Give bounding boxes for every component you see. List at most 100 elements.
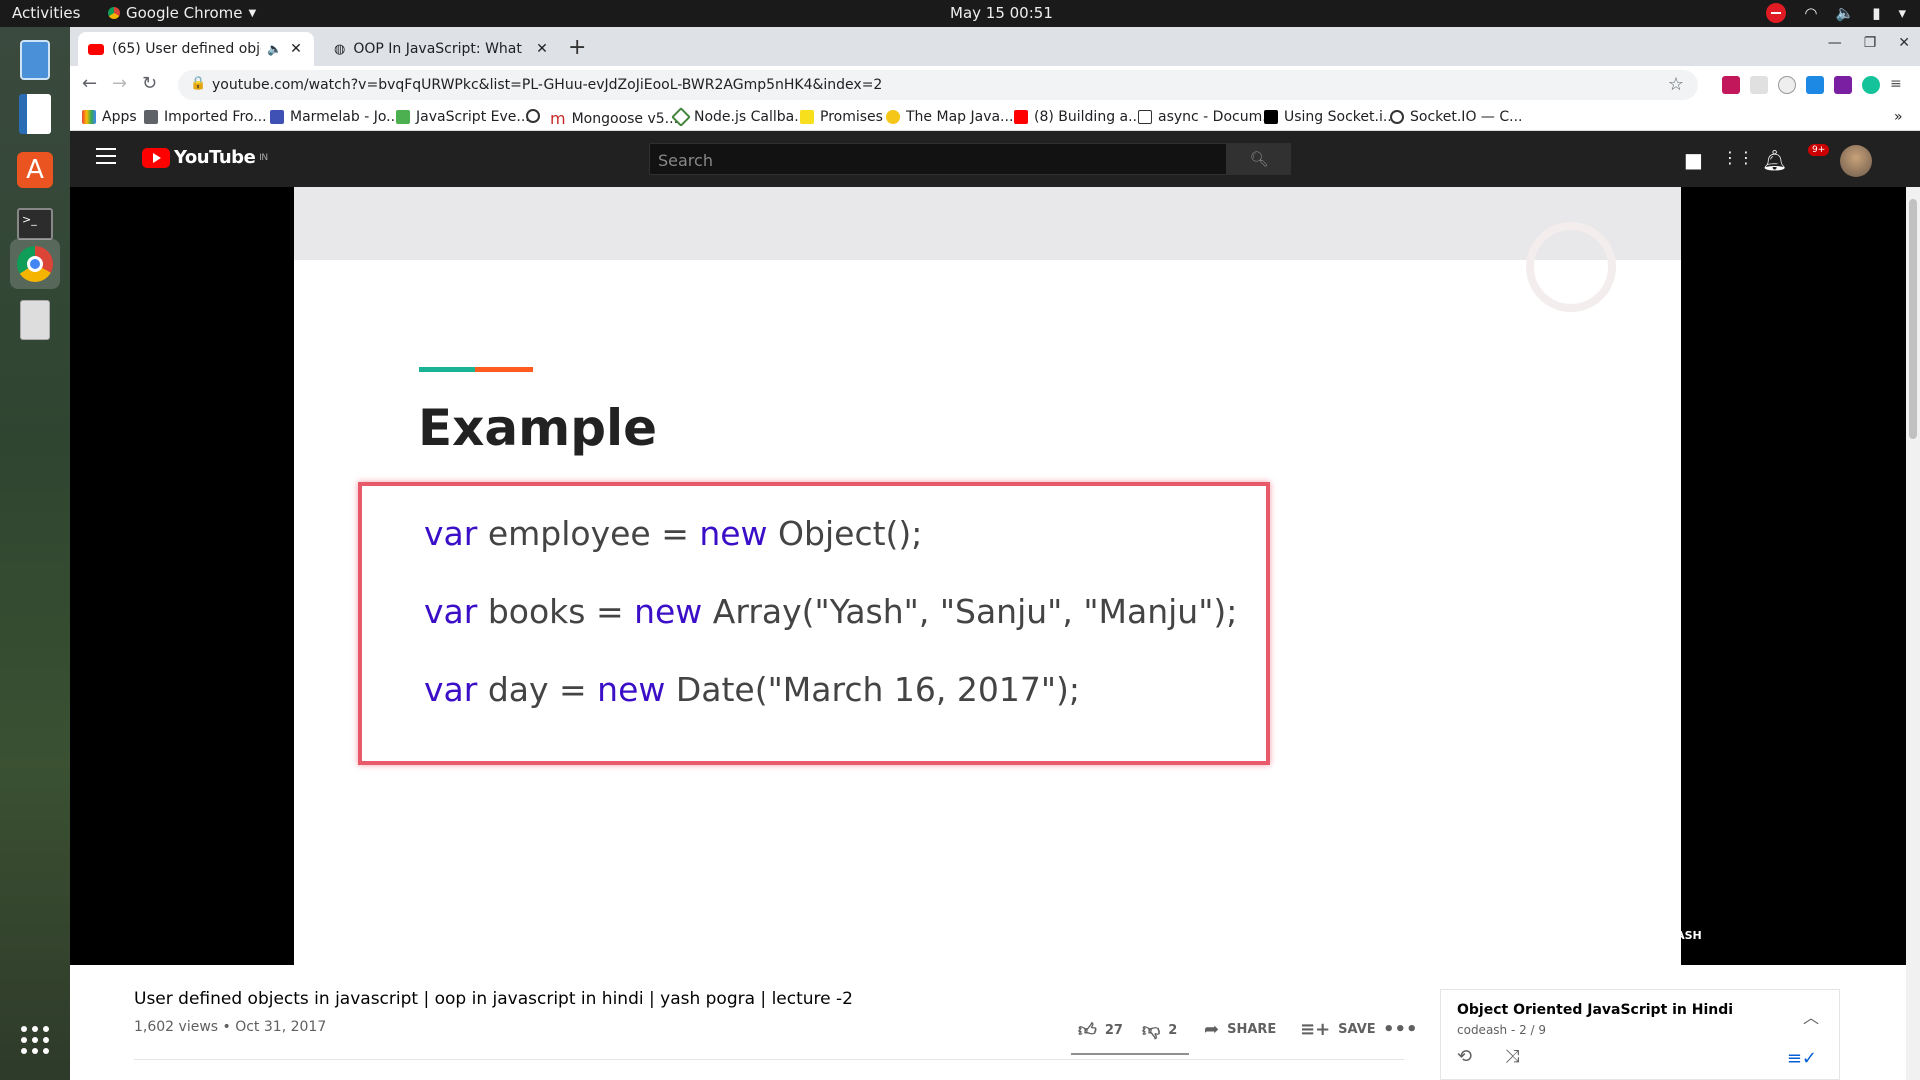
create-video-icon[interactable]: ■ — [1684, 148, 1703, 172]
bookmark-using-socket[interactable]: Using Socket.i... — [1264, 109, 1396, 125]
wifi-icon: ◠ — [1804, 4, 1818, 22]
system-tray[interactable]: ◠ 🔈 ▮ ▾ — [1766, 3, 1906, 23]
extension-dark-icon[interactable] — [1778, 76, 1796, 94]
accent-bar-orange — [475, 367, 533, 372]
bookmarks-overflow[interactable]: » — [1894, 109, 1903, 125]
extension-purple-icon[interactable] — [1834, 76, 1852, 94]
code-line: var employee = new Object(); — [424, 514, 923, 553]
writer-icon[interactable] — [10, 89, 60, 139]
avatar[interactable] — [1840, 145, 1872, 177]
lock-icon[interactable]: 🔒 — [190, 76, 206, 91]
loop-icon[interactable]: ⟲ — [1457, 1046, 1472, 1067]
watermark-logo-icon — [1526, 222, 1616, 312]
address-bar[interactable]: 🔒 youtube.com/watch?v=bvqFqURWPkc&list=P… — [178, 70, 1698, 100]
new-tab-button[interactable]: + — [568, 35, 586, 60]
close-tab-icon[interactable]: ✕ — [288, 41, 304, 57]
bookmark-building[interactable]: (8) Building a... — [1014, 109, 1141, 125]
youtube-page: YouTube IN Search 🔍︎ ■ ⋮⋮ 🔔︎ 9+ Example … — [70, 131, 1920, 1080]
bookmark-star-icon[interactable]: ☆ — [1668, 74, 1684, 95]
globe-icon: ◍ — [334, 41, 346, 57]
bookmark-promises[interactable]: Promises — [800, 109, 883, 125]
restore-icon[interactable]: ❐ — [1864, 35, 1877, 51]
save-button[interactable]: ≡+ SAVE — [1300, 1019, 1376, 1040]
marmelab-icon — [270, 110, 284, 124]
video-meta: 1,602 views • Oct 31, 2017 — [134, 1019, 327, 1035]
code-line: var day = new Date("March 16, 2017"); — [424, 670, 1081, 709]
bookmark-socketio[interactable]: Socket.IO — C... — [1390, 109, 1523, 125]
playlist-title[interactable]: Object Oriented JavaScript in Hindi — [1457, 1002, 1733, 1018]
bookmark-map-java[interactable]: The Map Java... — [886, 109, 1013, 125]
close-window-icon[interactable]: ✕ — [1898, 35, 1910, 51]
dislike-button[interactable]: 👎︎ 2 — [1142, 1019, 1177, 1041]
speaker-icon[interactable]: 🔈 — [267, 42, 282, 56]
forward-arrow-icon[interactable]: → — [112, 73, 127, 94]
playlist-save-icon[interactable]: ≡✓ — [1787, 1048, 1817, 1069]
tab-title: OOP In JavaScript: What — [353, 41, 522, 57]
share-arrow-icon: ➦ — [1204, 1019, 1220, 1040]
bookmark-nodejs[interactable]: Node.js Callba... — [671, 107, 808, 127]
bookmark-globe[interactable] — [526, 109, 540, 123]
accent-bar-teal — [419, 367, 475, 372]
youtube-header: YouTube IN Search 🔍︎ ■ ⋮⋮ 🔔︎ 9+ — [70, 131, 1920, 187]
thumbs-down-icon: 👎︎ — [1142, 1020, 1161, 1041]
battery-icon: ▮ — [1872, 4, 1881, 22]
chevron-up-icon[interactable]: ︿ — [1803, 1004, 1819, 1028]
youtube-play-icon — [142, 147, 170, 168]
clock[interactable]: May 15 00:51 — [950, 4, 1053, 22]
bookmark-imported[interactable]: Imported Fro... — [144, 109, 267, 125]
back-arrow-icon[interactable]: ← — [82, 73, 97, 94]
thumbs-up-icon: 👍︎ — [1078, 1020, 1097, 1041]
w3-icon — [396, 110, 410, 124]
share-button[interactable]: ➦ SHARE — [1204, 1019, 1276, 1040]
youtube-logo[interactable]: YouTube IN — [142, 147, 268, 168]
show-applications-icon[interactable] — [10, 1015, 60, 1065]
menu-icon[interactable] — [96, 148, 116, 169]
apps-grid-icon[interactable]: ⋮⋮ — [1722, 148, 1754, 167]
bookmark-apps[interactable]: Apps — [82, 109, 137, 125]
software-center-icon[interactable]: A — [10, 145, 60, 195]
map-icon — [886, 110, 900, 124]
scrollbar-thumb[interactable] — [1909, 199, 1917, 439]
extension-gray-icon[interactable] — [1750, 76, 1768, 94]
code-line: var books = new Array("Yash", "Sanju", "… — [424, 592, 1238, 631]
youtube-favicon-icon — [88, 43, 104, 55]
chrome-icon — [108, 7, 120, 19]
app-menu[interactable]: Google Chrome ▼ — [108, 4, 256, 22]
minimize-icon[interactable]: — — [1828, 35, 1842, 51]
bookmark-js-event[interactable]: JavaScript Eve... — [396, 109, 530, 125]
extension-red-icon[interactable] — [1722, 76, 1740, 94]
bookmark-marmelab[interactable]: Marmelab - Jo... — [270, 109, 400, 125]
medium-icon — [1264, 110, 1278, 124]
grammarly-icon[interactable] — [1862, 76, 1880, 94]
shuffle-icon[interactable]: ⤨ — [1505, 1046, 1519, 1067]
notification-badge: 9+ — [1808, 144, 1830, 156]
notes-icon[interactable] — [10, 295, 60, 345]
search-icon: 🔍︎ — [1249, 150, 1269, 168]
activities-button[interactable]: Activities — [12, 4, 80, 22]
tab-oop-article[interactable]: ◍ OOP In JavaScript: What ✕ — [324, 32, 560, 66]
bookmark-mongoose[interactable]: m Mongoose v5.... — [550, 109, 682, 128]
url-text[interactable]: youtube.com/watch?v=bvqFqURWPkc&list=PL-… — [212, 77, 882, 93]
notifications-bell-icon[interactable]: 🔔︎ — [1762, 148, 1787, 172]
files-icon[interactable] — [10, 35, 60, 85]
reload-icon[interactable]: ↻ — [142, 73, 157, 94]
power-menu-icon: ▾ — [1898, 4, 1906, 22]
search-input[interactable]: Search — [649, 143, 1227, 175]
reading-list-icon[interactable]: ≡ — [1890, 76, 1908, 94]
window-controls: — ❐ ✕ — [1828, 35, 1910, 51]
search-button[interactable]: 🔍︎ — [1227, 143, 1291, 175]
like-button[interactable]: 👍︎ 27 — [1078, 1019, 1123, 1041]
tab-youtube[interactable]: (65) User defined obje 🔈 ✕ — [78, 32, 314, 66]
video-player[interactable]: Example var employee = new Object(); var… — [70, 187, 1906, 965]
bookmark-async[interactable]: async - Docum... — [1138, 109, 1276, 125]
video-title: User defined objects in javascript | oop… — [134, 989, 853, 1009]
playlist-panel[interactable]: Object Oriented JavaScript in Hindi code… — [1440, 989, 1840, 1080]
browser-toolbar: ← → ↻ 🔒 youtube.com/watch?v=bvqFqURWPkc&… — [70, 66, 1920, 104]
mongoose-icon: m — [550, 109, 566, 128]
close-tab-icon[interactable]: ✕ — [534, 41, 550, 57]
extension-blue-icon[interactable] — [1806, 76, 1824, 94]
page-scrollbar[interactable] — [1906, 187, 1920, 1080]
playlist-subtitle: codeash - 2 / 9 — [1457, 1023, 1547, 1037]
more-actions-button[interactable]: ••• — [1383, 1019, 1418, 1040]
chrome-dock-icon[interactable] — [10, 239, 60, 289]
